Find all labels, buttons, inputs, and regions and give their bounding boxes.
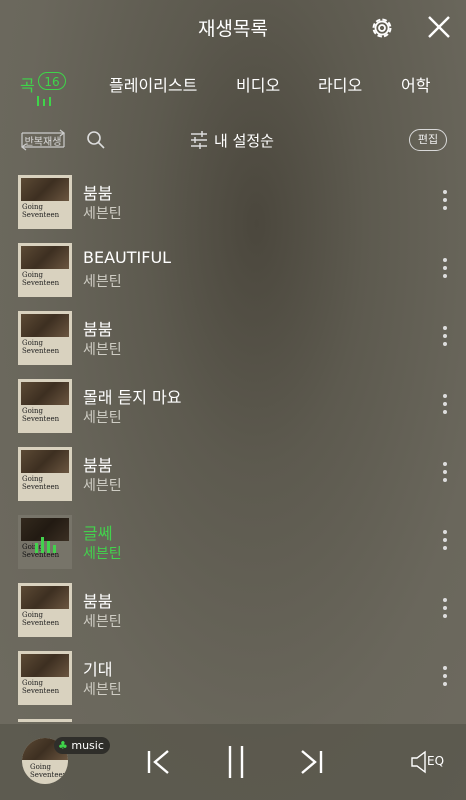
sliders-icon [191,131,207,149]
list-item-now-playing[interactable]: Going Seventeen 글쎄 세븐틴 [0,506,466,574]
album-thumbnail: Going Seventeen [18,243,72,297]
album-thumbnail: Going Seventeen [18,379,72,433]
list-item[interactable]: Going Seventeen BEAUTIFUL 세븐틴 [0,234,466,302]
song-artist: 세븐틴 [83,546,122,562]
list-item[interactable]: Going Seventeen 몰래 듣지 마요 세븐틴 [0,370,466,438]
previous-icon[interactable] [146,748,172,776]
more-icon[interactable] [438,596,452,620]
close-icon[interactable] [426,14,452,40]
song-title: 기대 [83,660,113,679]
clover-icon: ♣ [58,739,68,752]
list-item[interactable]: Going Seventeen 붐붐 세븐틴 [0,166,466,234]
song-artist: 세븐틴 [83,342,122,358]
tab-playlist[interactable]: 플레이리스트 [109,72,197,96]
song-title: 붐붐 [83,592,113,611]
album-thumbnail: Going Seventeen [18,175,72,229]
list-item[interactable]: Going Seventeen 붐붐 세븐틴 [0,438,466,506]
search-icon[interactable] [86,130,106,150]
toolbar: 반복재생 내 설정순 편집 [0,124,466,158]
album-thumbnail: Going Seventeen [18,583,72,637]
list-item[interactable] [0,710,466,722]
sort-label: 내 설정순 [214,132,274,150]
more-icon[interactable] [438,392,452,416]
song-artist: 세븐틴 [83,206,122,222]
album-thumbnail: Going Seventeen [18,447,72,501]
song-title: 붐붐 [83,320,113,339]
song-title: 몰래 듣지 마요 [83,388,182,407]
album-thumbnail: Going Seventeen [18,311,72,365]
music-tag: ♣ music [54,737,110,754]
song-artist: 세븐틴 [83,274,122,290]
more-icon[interactable] [438,188,452,212]
song-title: 붐붐 [83,456,113,475]
tab-video[interactable]: 비디오 [236,72,280,96]
list-item[interactable]: Going Seventeen 기대 세븐틴 [0,642,466,710]
more-icon[interactable] [438,664,452,688]
equalizer-icon [37,96,51,106]
song-title: 붐붐 [83,184,113,203]
list-item[interactable]: Going Seventeen 붐붐 세븐틴 [0,302,466,370]
song-artist: 세븐틴 [83,478,122,494]
album-thumbnail: Going Seventeen [18,651,72,705]
header: 재생목록 [0,0,466,56]
tab-radio[interactable]: 라디오 [318,72,362,96]
more-icon[interactable] [438,528,452,552]
more-icon[interactable] [438,460,452,484]
more-icon[interactable] [438,324,452,348]
repeat-button[interactable]: 반복재생 [18,128,68,152]
song-list: Going Seventeen 붐붐 세븐틴 Going Seventeen BEA… [0,166,466,722]
more-icon[interactable] [438,256,452,280]
tab-language[interactable]: 어학 [401,72,430,96]
pause-icon[interactable] [225,744,247,780]
list-item[interactable]: Going Seventeen 붐붐 세븐틴 [0,574,466,642]
tab-songs[interactable]: 곡 [20,72,35,96]
repeat-label: 반복재생 [24,137,62,148]
eq-button[interactable]: EQ [410,748,450,776]
song-artist: 세븐틴 [83,614,122,630]
tab-bar: 곡 16 플레이리스트 비디오 라디오 어학 [0,62,466,112]
album-thumbnail [18,719,72,722]
edit-button[interactable]: 편집 [409,129,447,151]
song-artist: 세븐틴 [83,682,122,698]
song-count-badge: 16 [38,72,66,90]
gear-icon[interactable] [368,14,396,42]
song-artist: 세븐틴 [83,410,122,426]
song-title: 글쎄 [83,524,113,543]
next-icon[interactable] [298,748,324,776]
mini-player: Going Seventeen ♣ music EQ [0,724,466,800]
now-playing-icon [35,537,56,553]
music-tag-label: music [71,739,104,752]
song-title: BEAUTIFUL [83,248,172,267]
page-title: 재생목록 [198,18,268,40]
eq-label: EQ [427,754,445,768]
